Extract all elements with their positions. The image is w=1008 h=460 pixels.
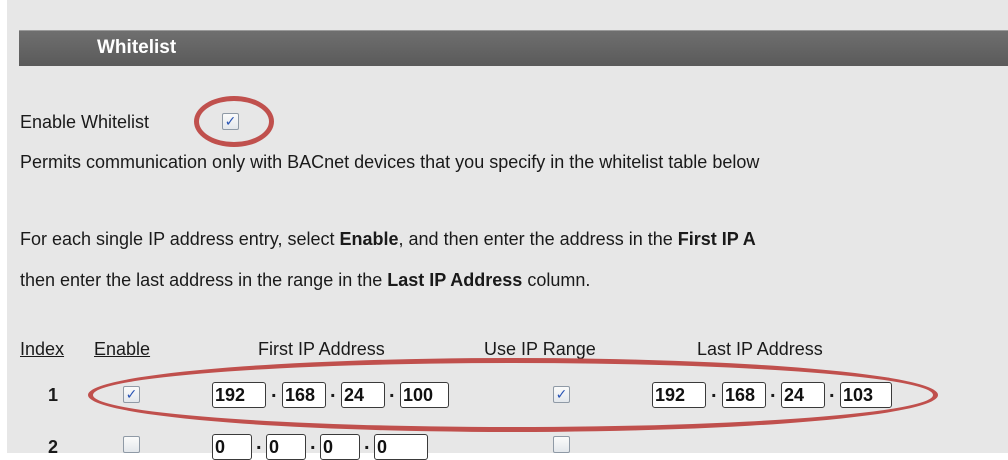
- column-use-ip-range: Use IP Range: [484, 339, 596, 359]
- row-2-first-ip-octet-1[interactable]: 0: [212, 434, 252, 460]
- ip-separator: .: [310, 432, 316, 454]
- column-first-ip: First IP Address: [258, 339, 385, 359]
- row-2-enable-checkbox[interactable]: [123, 436, 140, 453]
- description-whitelist: Permits communication only with BACnet d…: [20, 152, 760, 172]
- section-title: Whitelist: [97, 37, 177, 58]
- row-2-index: 2: [48, 437, 59, 457]
- row-2-first-ip-octet-4[interactable]: 0: [374, 434, 428, 460]
- enable-whitelist-label: Enable Whitelist: [20, 112, 150, 132]
- description-enable-instructions: For each single IP address entry, select…: [20, 229, 756, 249]
- ip-separator: .: [364, 432, 370, 454]
- column-last-ip: Last IP Address: [697, 339, 823, 359]
- column-index[interactable]: Index: [20, 338, 64, 360]
- row-2-use-ip-range-checkbox[interactable]: [553, 436, 570, 453]
- section-header: Whitelist: [19, 30, 1008, 66]
- enable-whitelist-highlight: [194, 96, 274, 147]
- description-range-instructions: then enter the last address in the range…: [20, 270, 591, 290]
- column-enable[interactable]: Enable: [94, 338, 150, 360]
- row-2-first-ip-octet-2[interactable]: 0: [266, 434, 306, 460]
- ip-separator: .: [256, 432, 262, 454]
- row-1-index: 1: [48, 385, 59, 405]
- row-1-highlight: [88, 358, 938, 432]
- row-2-first-ip-octet-3[interactable]: 0: [320, 434, 360, 460]
